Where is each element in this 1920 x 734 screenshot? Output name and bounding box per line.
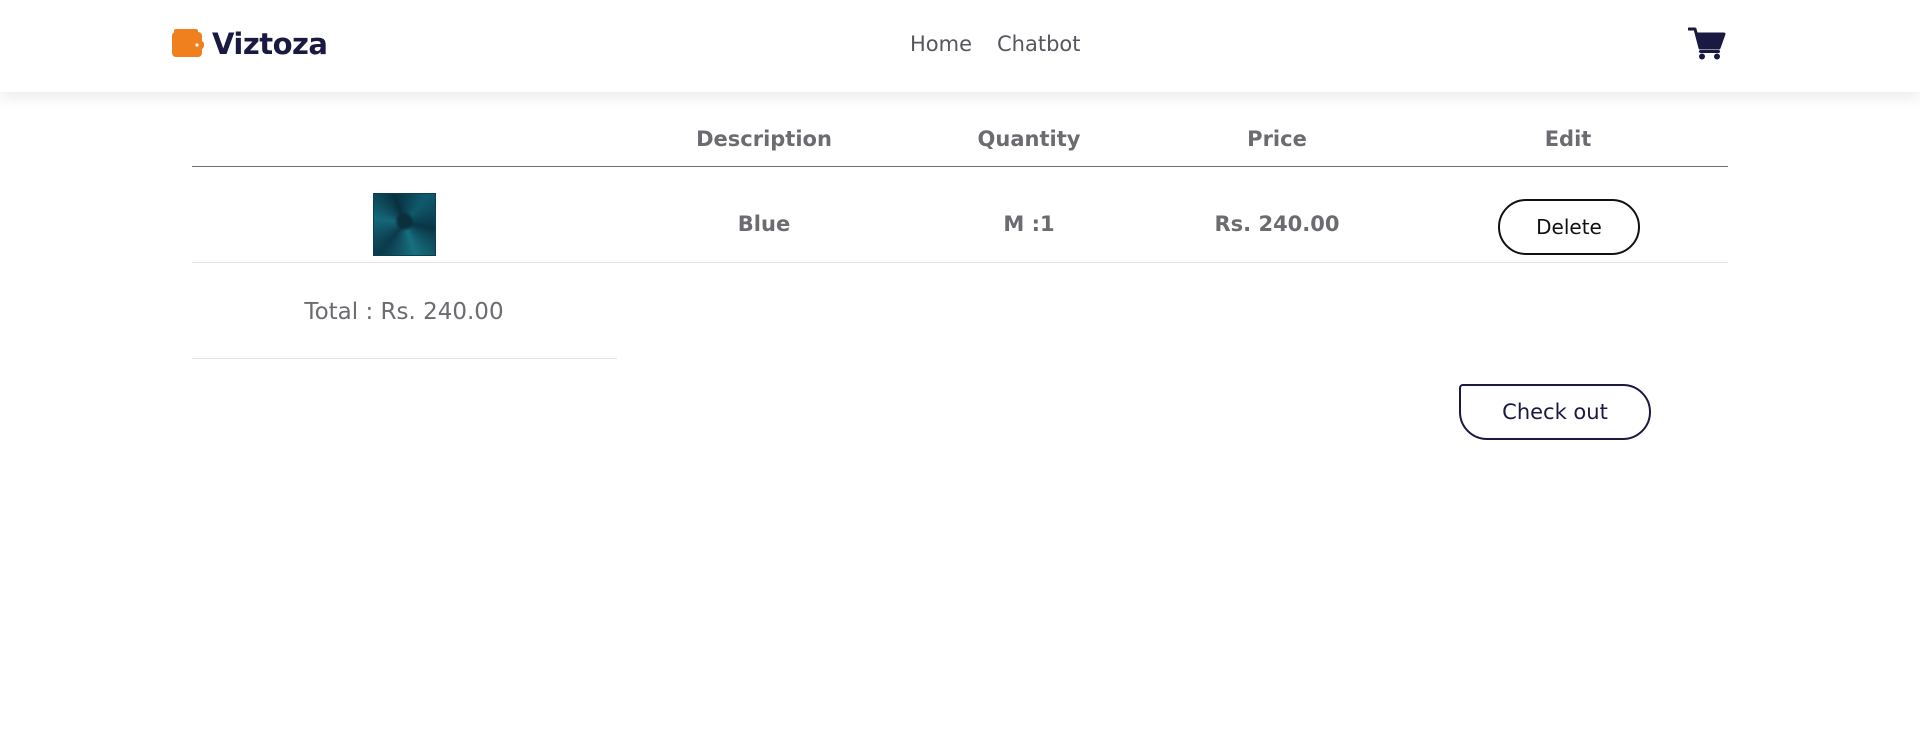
item-quantity: M :1 bbox=[1003, 212, 1055, 236]
nav-link-chatbot[interactable]: Chatbot bbox=[997, 30, 1081, 58]
column-header-price: Price bbox=[1247, 127, 1307, 151]
item-price: Rs. 240.00 bbox=[1214, 212, 1340, 236]
main-nav: Home Chatbot bbox=[910, 30, 1081, 58]
checkout-button[interactable]: Check out bbox=[1459, 384, 1651, 440]
wallet-icon bbox=[172, 29, 204, 57]
shopping-cart-icon bbox=[1688, 27, 1726, 60]
total-amount: Total : Rs. 240.00 bbox=[304, 299, 504, 325]
navbar: Viztoza Home Chatbot bbox=[0, 0, 1920, 92]
delete-button[interactable]: Delete bbox=[1498, 199, 1640, 255]
table-header: Description Quantity Price Edit bbox=[192, 92, 1728, 167]
cart-total: Total : Rs. 240.00 bbox=[192, 263, 617, 359]
nav-link-home[interactable]: Home bbox=[910, 30, 972, 58]
brand-name: Viztoza bbox=[212, 27, 328, 61]
brand-logo[interactable]: Viztoza bbox=[172, 26, 328, 62]
cart-button[interactable] bbox=[1688, 26, 1726, 60]
product-thumbnail bbox=[373, 193, 436, 256]
item-description: Blue bbox=[737, 212, 791, 236]
table-row: Blue M :1 Rs. 240.00 Delete bbox=[192, 167, 1728, 263]
column-header-quantity: Quantity bbox=[977, 127, 1081, 151]
column-header-edit: Edit bbox=[1544, 127, 1592, 151]
column-header-description: Description bbox=[696, 127, 832, 151]
